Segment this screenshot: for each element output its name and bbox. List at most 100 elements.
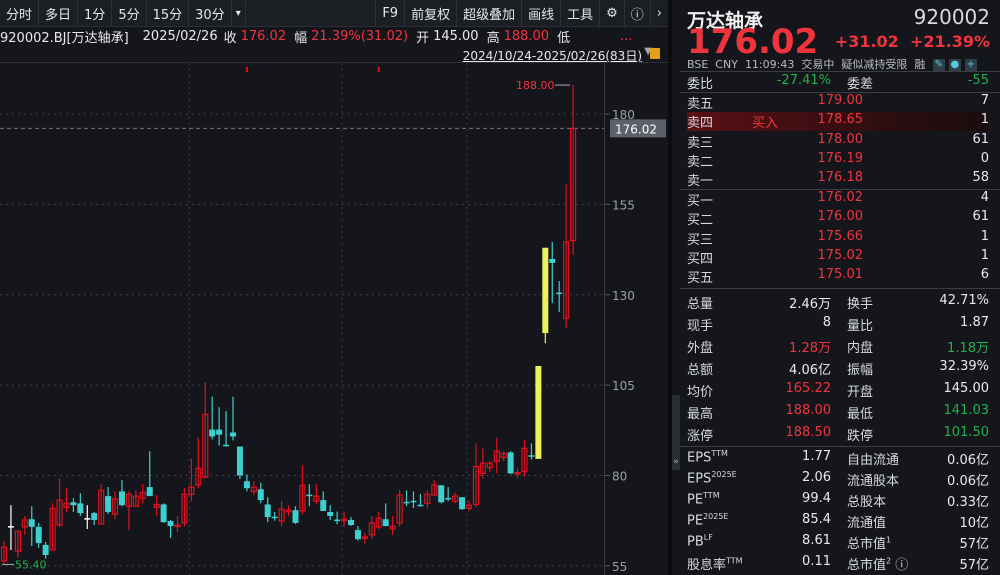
low-label: 低 <box>557 30 571 46</box>
stat-label: 外盘 <box>687 341 714 356</box>
quote-time: 11:09:43 <box>744 58 795 71</box>
candlestick-chart[interactable]: 1801551301058055176.02188.0055.40 <box>0 63 668 575</box>
axis-tick-label: 80 <box>612 470 627 484</box>
help-icon[interactable]: ⓘ <box>625 0 651 27</box>
candle-body <box>243 481 250 489</box>
lock-icon[interactable] <box>650 48 660 59</box>
tab-5min[interactable]: 5分 <box>112 0 147 27</box>
overlay-button[interactable]: 超级叠加 <box>457 0 523 27</box>
ask-volume: 58 <box>972 170 989 186</box>
metric-label: PBLF <box>687 533 713 550</box>
stat-value: 1.87 <box>960 315 989 330</box>
wc-label: 委差 <box>847 77 874 92</box>
fundamental-row: 股息率TTM 0.11 总市值2 ⓘ 57亿 <box>687 554 989 573</box>
candle-body <box>42 544 49 556</box>
stat-label: 总额 <box>687 363 714 378</box>
ask-price: 178.65 <box>817 112 864 128</box>
bid-label: 买五 <box>687 271 714 287</box>
candle-body <box>445 497 452 500</box>
ask-row[interactable]: 卖四 买入 178.65 1 <box>687 112 989 132</box>
ask-row[interactable]: 卖一 176.18 58 <box>687 170 989 189</box>
metric-label: EPS2025E <box>687 470 737 487</box>
bid-row[interactable]: 买五 175.01 6 <box>687 267 989 286</box>
expand-panel-handle[interactable]: » <box>672 395 680 470</box>
stat-label: 量比 <box>847 319 874 334</box>
metric-value: 0.11 <box>802 554 831 569</box>
stat-label: 现手 <box>687 319 714 334</box>
candle-body <box>507 452 514 474</box>
bell-icon[interactable]: ● <box>948 59 961 71</box>
info-icon[interactable]: ⓘ <box>895 558 908 573</box>
tools-button[interactable]: 工具 <box>561 0 601 27</box>
exchange: BSE <box>687 58 709 71</box>
stat-label: 最高 <box>687 407 714 422</box>
candle-body <box>556 292 563 295</box>
stat-value: 1.18万 <box>947 341 989 356</box>
f9-button[interactable]: F9 <box>375 0 406 27</box>
ask-label: 卖一 <box>687 174 714 190</box>
tab-intraday[interactable]: 分时 <box>0 0 40 27</box>
draw-button[interactable]: 画线 <box>522 0 562 27</box>
bid-row[interactable]: 买一 176.02 4 <box>687 190 989 209</box>
tab-multi-day[interactable]: 多日 <box>39 0 79 27</box>
ask-row[interactable]: 卖五 179.00 7 <box>687 93 989 112</box>
axis-tick-label: 130 <box>612 289 635 303</box>
candle-body <box>327 512 334 516</box>
stat-value: 101.50 <box>943 425 990 440</box>
ask-row[interactable]: 卖二 176.19 0 <box>687 151 989 170</box>
stat-value: 145.00 <box>943 381 990 396</box>
stat-value: 32.39% <box>939 359 989 374</box>
price-axis-line <box>604 63 605 575</box>
restriction-note: 疑似减持受限 <box>841 58 908 71</box>
bid-label: 买一 <box>687 194 714 209</box>
tab-30min[interactable]: 30分 <box>189 0 232 27</box>
divider <box>668 0 672 575</box>
candle-body <box>334 519 341 522</box>
tab-15min[interactable]: 15分 <box>147 0 190 27</box>
high-value: 188.00 <box>503 28 550 44</box>
chevron-right-icon[interactable]: › <box>651 0 668 27</box>
bid-volume: 1 <box>980 247 989 263</box>
metric-label: 总市值2 ⓘ <box>847 556 909 573</box>
bid-row[interactable]: 买四 175.02 1 <box>687 248 989 267</box>
buy-marker: 买入 <box>752 116 779 132</box>
candle-body <box>459 497 466 510</box>
fundamental-row: PBLF 8.61 总市值1 57亿 <box>687 533 989 552</box>
gear-icon[interactable]: ⚙ <box>600 0 625 27</box>
stat-label: 内盘 <box>847 341 874 356</box>
more-periods-dropdown[interactable]: ▾ <box>232 0 246 27</box>
fundamental-row: EPS2025E 2.06 流通股本 0.06亿 <box>687 470 989 489</box>
date-range[interactable]: 2024/10/24-2025/02/26(83日) <box>463 47 642 64</box>
tab-1min[interactable]: 1分 <box>78 0 113 27</box>
bid-volume: 61 <box>972 209 989 225</box>
candle-body <box>257 489 264 501</box>
ask-row[interactable]: 卖三 178.00 61 <box>687 132 989 151</box>
candle-body <box>7 526 14 528</box>
ask-volume: 61 <box>972 131 989 147</box>
stat-value: 188.00 <box>785 403 832 418</box>
metric-label: 股息率TTM <box>687 556 743 573</box>
wb-label: 委比 <box>687 77 714 92</box>
edit-icon[interactable]: ✎ <box>932 59 945 71</box>
candle-body <box>403 501 410 504</box>
bid-row[interactable]: 买二 176.00 61 <box>687 209 989 228</box>
candle-body <box>167 521 174 527</box>
stat-label: 开盘 <box>847 385 874 400</box>
add-icon[interactable]: + <box>964 59 977 71</box>
metric-label: 流通值 <box>847 516 887 531</box>
stat-value: 2.46万 <box>789 297 831 312</box>
fundamental-row: PE2025E 85.4 流通值 10亿 <box>687 512 989 531</box>
metric-value: 1.77 <box>802 449 831 464</box>
open-label: 开 <box>416 30 430 46</box>
bid-row[interactable]: 买三 175.66 1 <box>687 229 989 248</box>
candle-body <box>354 530 361 540</box>
bid-price: 175.66 <box>817 228 864 244</box>
stat-value: 1.28万 <box>789 341 831 356</box>
change-label: 幅 <box>294 30 308 46</box>
stat-label: 跌停 <box>847 429 874 444</box>
axis-tick-label: 155 <box>612 198 635 212</box>
adjust-button[interactable]: 前复权 <box>405 0 458 27</box>
high-label: 高 <box>486 30 500 46</box>
metric-value: 57亿 <box>959 537 989 552</box>
stat-row: 总量 2.46万 换手 42.71% <box>687 293 989 312</box>
